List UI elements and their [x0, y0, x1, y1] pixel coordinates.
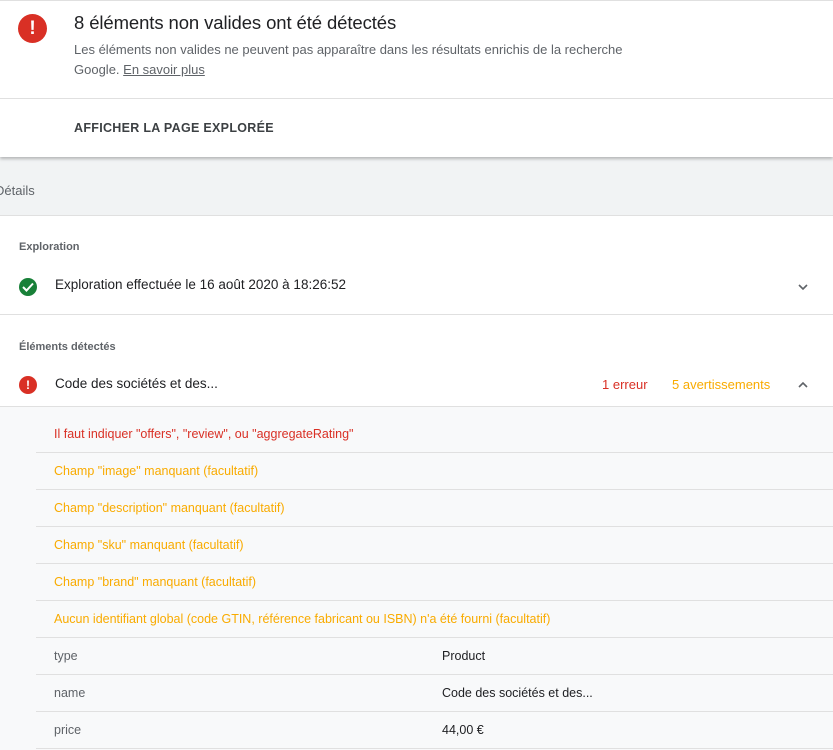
check-circle-icon	[19, 278, 37, 296]
property-value: 44,00 €	[442, 723, 484, 737]
issue-row-warning: Champ "brand" manquant (facultatif)	[36, 564, 833, 601]
warning-count: 5 avertissements	[672, 377, 771, 392]
property-row: name Code des sociétés et des...	[36, 675, 833, 712]
detected-items-section-label: Éléments détectés	[19, 341, 116, 353]
issue-text: Champ "image" manquant (facultatif)	[54, 464, 259, 478]
crawl-section-label: Exploration	[19, 241, 80, 253]
property-value: Product	[442, 649, 486, 663]
property-key: price	[54, 723, 82, 737]
view-crawled-page-button[interactable]: AFFICHER LA PAGE EXPLORÉE	[74, 121, 274, 135]
error-count: 1 erreur	[602, 377, 648, 392]
property-value: Code des sociétés et des...	[442, 686, 593, 700]
divider	[0, 98, 833, 99]
issue-row-warning: Champ "sku" manquant (facultatif)	[36, 527, 833, 564]
issue-text: Champ "sku" manquant (facultatif)	[54, 538, 244, 552]
property-row: type Product	[36, 638, 833, 675]
issue-row-error: Il faut indiquer "offers", "review", ou …	[36, 416, 833, 453]
issue-text: Champ "description" manquant (facultatif…	[54, 501, 285, 515]
invalid-items-description: Les éléments non valides ne peuvent pas …	[74, 40, 634, 80]
details-heading: Détails	[0, 183, 35, 198]
chevron-up-icon[interactable]	[797, 378, 809, 390]
divider	[0, 314, 833, 315]
crawl-status-text[interactable]: Exploration effectuée le 16 août 2020 à …	[55, 277, 346, 292]
invalid-items-title: 8 éléments non valides ont été détectés	[74, 12, 397, 33]
issue-row-warning: Aucun identifiant global (code GTIN, réf…	[36, 601, 833, 638]
property-key: name	[54, 686, 86, 700]
learn-more-link[interactable]: En savoir plus	[123, 62, 205, 77]
error-icon: !	[18, 14, 47, 43]
property-row: price 44,00 €	[36, 712, 833, 749]
issue-text: Il faut indiquer "offers", "review", ou …	[54, 427, 354, 441]
property-key: type	[54, 649, 78, 663]
issue-text: Champ "brand" manquant (facultatif)	[54, 575, 257, 589]
detected-item-name[interactable]: Code des sociétés et des...	[55, 376, 218, 391]
issues-list: Il faut indiquer "offers", "review", ou …	[0, 406, 833, 750]
issue-row-warning: Champ "description" manquant (facultatif…	[36, 490, 833, 527]
issue-text: Aucun identifiant global (code GTIN, réf…	[54, 612, 551, 626]
invalid-items-card: ! 8 éléments non valides ont été détecté…	[0, 0, 833, 157]
issue-row-warning: Champ "image" manquant (facultatif)	[36, 453, 833, 490]
error-icon: !	[19, 376, 37, 394]
chevron-down-icon[interactable]	[797, 280, 809, 292]
